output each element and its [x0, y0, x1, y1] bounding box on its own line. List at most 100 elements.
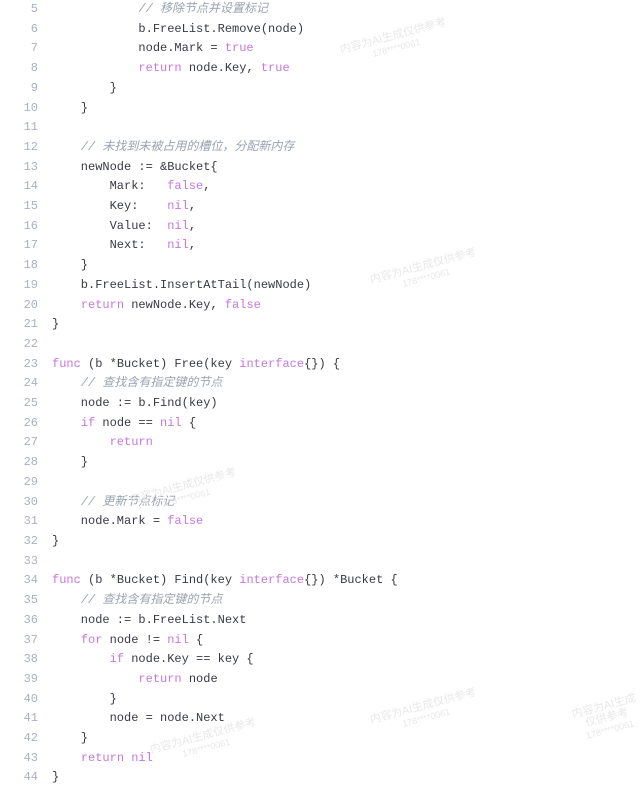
line-content: // 更新节点标记: [52, 493, 174, 513]
code-line: 15 Key: nil,: [0, 197, 644, 217]
code-line: 25 node := b.Find(key): [0, 394, 644, 414]
line-content: }: [52, 532, 59, 552]
code-line: 22: [0, 335, 644, 355]
line-content: }: [52, 690, 117, 710]
line-content: return newNode.Key, false: [52, 296, 261, 316]
line-number: 14: [0, 177, 52, 197]
line-number: 43: [0, 749, 52, 769]
code-line: 42 }: [0, 729, 644, 749]
line-number: 23: [0, 355, 52, 375]
line-content: }: [52, 453, 88, 473]
line-content: return: [52, 433, 153, 453]
line-number: 35: [0, 591, 52, 611]
line-content: for node != nil {: [52, 631, 203, 651]
line-number: 19: [0, 276, 52, 296]
line-number: 13: [0, 158, 52, 178]
line-number: 21: [0, 315, 52, 335]
code-line: 43 return nil: [0, 749, 644, 769]
line-content: // 未找到未被占用的槽位，分配新内存: [52, 138, 294, 158]
line-content: Next: nil,: [52, 236, 196, 256]
code-line: 17 Next: nil,: [0, 236, 644, 256]
line-number: 39: [0, 670, 52, 690]
line-number: 41: [0, 709, 52, 729]
code-line: 24 // 查找含有指定键的节点: [0, 374, 644, 394]
line-content: node := b.Find(key): [52, 394, 218, 414]
line-number: 8: [0, 59, 52, 79]
code-line: 14 Mark: false,: [0, 177, 644, 197]
line-number: 37: [0, 631, 52, 651]
line-number: 15: [0, 197, 52, 217]
code-line: 21}: [0, 315, 644, 335]
code-line: 29: [0, 473, 644, 493]
code-line: 7 node.Mark = true: [0, 39, 644, 59]
code-line: 44}: [0, 768, 644, 788]
line-content: }: [52, 79, 117, 99]
code-line: 40 }: [0, 690, 644, 710]
line-content: func (b *Bucket) Free(key interface{}) {: [52, 355, 340, 375]
line-number: 10: [0, 99, 52, 119]
line-number: 9: [0, 79, 52, 99]
line-content: node := b.FreeList.Next: [52, 611, 246, 631]
code-line: 10 }: [0, 99, 644, 119]
code-line: 41 node = node.Next: [0, 709, 644, 729]
line-number: 6: [0, 20, 52, 40]
line-number: 40: [0, 690, 52, 710]
line-content: // 移除节点并设置标记: [52, 0, 268, 20]
code-line: 19 b.FreeList.InsertAtTail(newNode): [0, 276, 644, 296]
code-line: 31 node.Mark = false: [0, 512, 644, 532]
line-content: node.Mark = true: [52, 39, 254, 59]
code-line: 16 Value: nil,: [0, 217, 644, 237]
line-number: 12: [0, 138, 52, 158]
line-number: 38: [0, 650, 52, 670]
line-number: 29: [0, 473, 52, 493]
line-number: 44: [0, 768, 52, 788]
line-content: return node: [52, 670, 218, 690]
code-line: 35 // 查找含有指定键的节点: [0, 591, 644, 611]
line-content: node.Mark = false: [52, 512, 203, 532]
line-number: 27: [0, 433, 52, 453]
line-content: Value: nil,: [52, 217, 196, 237]
line-number: 32: [0, 532, 52, 552]
code-line: 28 }: [0, 453, 644, 473]
line-number: 25: [0, 394, 52, 414]
line-content: // 查找含有指定键的节点: [52, 591, 222, 611]
code-line: 38 if node.Key == key {: [0, 650, 644, 670]
line-content: return node.Key, true: [52, 59, 290, 79]
line-number: 33: [0, 552, 52, 572]
line-number: 42: [0, 729, 52, 749]
code-line: 5 // 移除节点并设置标记: [0, 0, 644, 20]
code-block: 内容为AI生成仅供参考178****0061 内容为AI生成仅供参考178***…: [0, 0, 644, 788]
line-number: 22: [0, 335, 52, 355]
code-line: 26 if node == nil {: [0, 414, 644, 434]
code-line: 6 b.FreeList.Remove(node): [0, 20, 644, 40]
line-content: if node == nil {: [52, 414, 196, 434]
code-line: 20 return newNode.Key, false: [0, 296, 644, 316]
line-number: 28: [0, 453, 52, 473]
code-line: 18 }: [0, 256, 644, 276]
line-number: 24: [0, 374, 52, 394]
line-content: Key: nil,: [52, 197, 196, 217]
line-number: 26: [0, 414, 52, 434]
line-number: 16: [0, 217, 52, 237]
line-content: }: [52, 315, 59, 335]
code-line: 30 // 更新节点标记: [0, 493, 644, 513]
line-number: 20: [0, 296, 52, 316]
line-content: newNode := &Bucket{: [52, 158, 218, 178]
code-line: 39 return node: [0, 670, 644, 690]
line-content: // 查找含有指定键的节点: [52, 374, 222, 394]
line-content: func (b *Bucket) Find(key interface{}) *…: [52, 571, 398, 591]
code-line: 27 return: [0, 433, 644, 453]
line-number: 7: [0, 39, 52, 59]
line-content: return nil: [52, 749, 153, 769]
code-line: 23func (b *Bucket) Free(key interface{})…: [0, 355, 644, 375]
line-content: }: [52, 768, 59, 788]
line-number: 31: [0, 512, 52, 532]
code-line: 9 }: [0, 79, 644, 99]
line-content: b.FreeList.InsertAtTail(newNode): [52, 276, 311, 296]
line-number: 11: [0, 118, 52, 138]
line-number: 5: [0, 0, 52, 20]
line-number: 18: [0, 256, 52, 276]
line-number: 36: [0, 611, 52, 631]
line-content: node = node.Next: [52, 709, 225, 729]
line-content: }: [52, 729, 88, 749]
